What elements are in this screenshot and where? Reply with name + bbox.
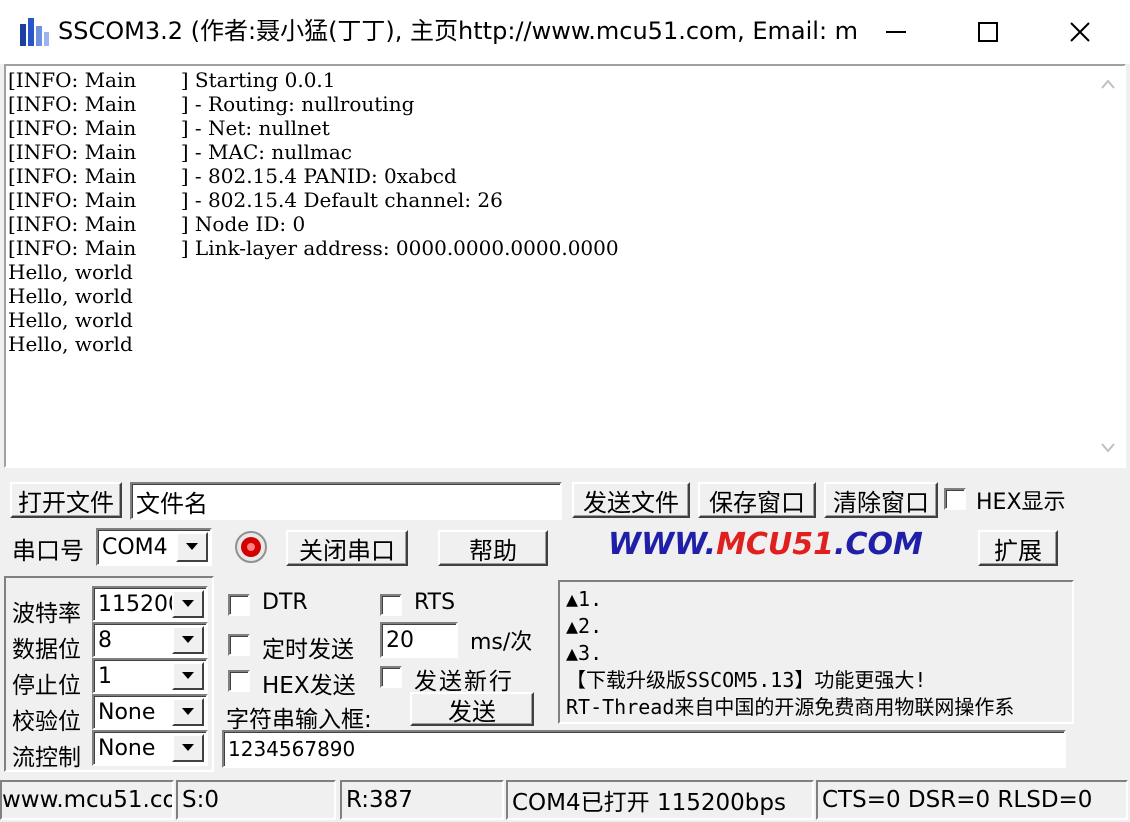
receive-line: [INFO: Main ] - 802.15.4 Default channel…: [8, 188, 503, 212]
receive-line: Hello, world: [8, 308, 133, 332]
hex-display-checkbox[interactable]: [944, 488, 966, 510]
stopbits-label: 停止位: [12, 673, 81, 699]
timed-send-checkbox[interactable]: [228, 634, 250, 656]
receive-line: [INFO: Main ] - 802.15.4 PANID: 0xabcd: [8, 164, 457, 188]
maximize-icon: [978, 22, 998, 42]
receive-line: [INFO: Main ] - Routing: nullrouting: [8, 92, 415, 116]
scroll-up-icon[interactable]: [1092, 66, 1124, 102]
databits-label: 数据位: [12, 637, 81, 663]
send-newline-checkbox[interactable]: [380, 666, 402, 688]
status-received: R:387: [340, 780, 504, 820]
port-label: 串口号: [12, 537, 84, 565]
dtr-label: DTR: [262, 590, 308, 615]
string-input[interactable]: 1234567890: [222, 730, 1066, 768]
expand-button[interactable]: 扩展: [978, 530, 1058, 566]
clear-window-button[interactable]: 清除窗口: [824, 482, 938, 518]
rts-checkbox[interactable]: [380, 594, 402, 616]
minimize-icon: [886, 31, 906, 33]
receive-log: [INFO: Main ] Starting 0.0.1 [INFO: Main …: [8, 68, 1088, 464]
vertical-scrollbar[interactable]: [1092, 66, 1124, 466]
brand-link[interactable]: WWW.MCU51.COM: [608, 527, 923, 562]
rts-label: RTS: [414, 590, 456, 615]
close-port-button[interactable]: 关闭串口: [286, 530, 408, 566]
app-icon: [18, 16, 50, 48]
window-title: SSCOM3.2 (作者:聂小猛(丁丁), 主页http://www.mcu51…: [58, 17, 858, 45]
parity-select[interactable]: None: [92, 694, 208, 730]
notes-line: 【下载升级版SSCOM5.13】功能更强大!: [566, 668, 927, 692]
chevron-down-icon[interactable]: [172, 698, 204, 726]
receive-line: [INFO: Main ] Starting 0.0.1: [8, 68, 336, 92]
open-file-button[interactable]: 打开文件: [10, 482, 122, 518]
stopbits-select-value: 1: [98, 663, 112, 689]
databits-select-value: 8: [98, 627, 112, 653]
notes-line: ▲2.: [566, 614, 603, 638]
input-label: 字符串输入框:: [226, 707, 372, 733]
brand-www: WWW.: [608, 527, 717, 562]
chevron-down-icon[interactable]: [172, 590, 204, 618]
chevron-down-icon[interactable]: [172, 626, 204, 654]
notes-line: RT-Thread来自中国的开源免费商用物联网操作系: [566, 695, 1015, 719]
help-button[interactable]: 帮助: [438, 530, 548, 566]
status-port-state: COM4已打开 115200bps: [506, 780, 814, 820]
notes-line: ▲3.: [566, 641, 603, 665]
baud-select-value: 115200: [98, 591, 182, 617]
close-icon: [1070, 22, 1090, 42]
receive-line: Hello, world: [8, 332, 133, 356]
interval-unit-label: ms/次: [470, 630, 533, 655]
chevron-down-icon[interactable]: [172, 734, 204, 762]
parity-label: 校验位: [12, 709, 81, 735]
notes-text: ▲1. ▲2. ▲3. 【下载升级版SSCOM5.13】功能更强大! RT-Thread…: [566, 586, 1014, 721]
send-file-button[interactable]: 发送文件: [572, 482, 690, 518]
receive-line: Hello, world: [8, 260, 133, 284]
chevron-down-icon[interactable]: [172, 662, 204, 690]
hex-send-checkbox[interactable]: [228, 670, 250, 692]
baud-label: 波特率: [12, 601, 81, 627]
port-status-record-icon: [234, 530, 268, 564]
close-button[interactable]: [1034, 0, 1126, 64]
port-select-value: COM4: [102, 534, 168, 560]
brand-com: .COM: [834, 527, 923, 562]
databits-select[interactable]: 8: [92, 622, 208, 658]
stopbits-select[interactable]: 1: [92, 658, 208, 694]
timed-send-label: 定时发送: [262, 637, 354, 663]
minimize-button[interactable]: [850, 0, 942, 64]
flow-label: 流控制: [12, 745, 81, 771]
send-button[interactable]: 发送: [410, 692, 534, 726]
chevron-down-icon[interactable]: [176, 532, 208, 562]
receive-line: Hello, world: [8, 284, 133, 308]
port-select[interactable]: COM4: [96, 528, 212, 566]
filename-input[interactable]: 文件名: [130, 482, 562, 520]
status-site: www.mcu51.com: [0, 780, 174, 820]
receive-line: [INFO: Main ] - Net: nullnet: [8, 116, 330, 140]
parity-select-value: None: [98, 699, 156, 725]
dtr-checkbox[interactable]: [228, 594, 250, 616]
notes-panel: ▲1. ▲2. ▲3. 【下载升级版SSCOM5.13】功能更强大! RT-Thread…: [558, 580, 1074, 724]
maximize-button[interactable]: [942, 0, 1034, 64]
interval-input[interactable]: 20: [380, 622, 458, 658]
scroll-down-icon[interactable]: [1092, 430, 1124, 466]
baud-select[interactable]: 115200: [92, 586, 208, 622]
flow-select[interactable]: None: [92, 730, 208, 766]
notes-line: ▲1.: [566, 587, 603, 611]
hex-display-label: HEX显示: [976, 490, 1066, 515]
receive-line: [INFO: Main ] - MAC: nullmac: [8, 140, 352, 164]
flow-select-value: None: [98, 735, 156, 761]
receive-line: [INFO: Main ] Link-layer address: 0000.0…: [8, 236, 619, 260]
save-window-button[interactable]: 保存窗口: [698, 482, 816, 518]
brand-mcu: MCU51: [716, 527, 835, 562]
receive-line: [INFO: Main ] Node ID: 0: [8, 212, 306, 236]
status-signals: CTS=0 DSR=0 RLSD=0: [816, 780, 1128, 820]
status-sent: S:0: [176, 780, 336, 820]
hex-send-label: HEX发送: [262, 673, 356, 699]
